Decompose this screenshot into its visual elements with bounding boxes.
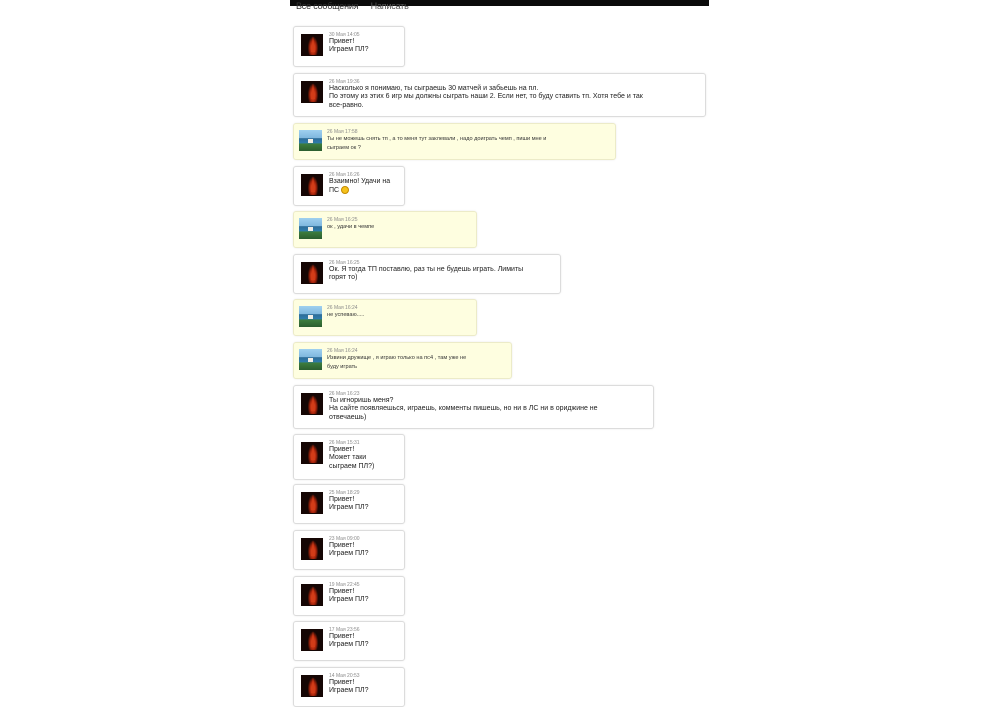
- message-line: Играем ПЛ?: [329, 641, 369, 649]
- message-text: Привет! Играем ПЛ?: [329, 496, 398, 513]
- message-line: отвечаешь): [329, 413, 367, 421]
- message-item[interactable]: 26 Мая 16:25 Ок. Я тогда ТП поставлю, раз…: [293, 254, 561, 294]
- message-text: Ок. Я тогда ТП поставлю, раз ты не будеш…: [329, 266, 554, 283]
- message-item[interactable]: 17 Мая 23:56 Привет! Играем ПЛ?: [293, 621, 405, 661]
- sender-avatar-landscape[interactable]: [299, 130, 322, 151]
- message-item[interactable]: 26 Мая 15:31 Привет! Может таки сыграем ПЛ?…: [293, 434, 405, 480]
- sender-avatar[interactable]: [301, 262, 323, 284]
- message-text: Ты игноришь меня? На сайте появляешься, и…: [329, 397, 647, 422]
- message-text: Взаимно! Удачи на ПС: [329, 178, 398, 196]
- message-tabs: Все сообщения Написать: [296, 1, 419, 15]
- message-line: Привет!: [329, 446, 355, 453]
- sender-avatar[interactable]: [301, 492, 323, 514]
- message-text: Извини дружище , я играю только на пс4 ,…: [327, 354, 505, 372]
- message-line: сыграем ПЛ?): [329, 462, 375, 470]
- sender-avatar[interactable]: [301, 675, 323, 697]
- message-item[interactable]: 14 Мая 20:53 Привет! Играем ПЛ?: [293, 667, 405, 707]
- sender-avatar[interactable]: [301, 442, 323, 464]
- message-text: Привет! Играем ПЛ?: [329, 38, 398, 55]
- message-text: Привет! Играем ПЛ?: [329, 679, 398, 696]
- message-item[interactable]: 25 Мая 18:29 Привет! Играем ПЛ?: [293, 484, 405, 524]
- message-item[interactable]: 26 Мая 16:24 не успеваю.....: [293, 299, 477, 336]
- message-line: Играем ПЛ?: [329, 46, 369, 54]
- sender-avatar[interactable]: [301, 81, 323, 103]
- message-item[interactable]: 26 Мая 16:23 Ты игноришь меня? На сайте по…: [293, 385, 654, 429]
- message-line: Взаимно! Удачи на: [329, 178, 391, 185]
- message-line: ПС: [329, 186, 398, 195]
- message-line: Привет!: [329, 588, 355, 595]
- message-line: Может таки: [329, 454, 367, 462]
- message-text: Привет! Может таки сыграем ПЛ?): [329, 446, 398, 471]
- sender-avatar[interactable]: [301, 538, 323, 560]
- sender-avatar-landscape[interactable]: [299, 306, 322, 327]
- message-line: По этому из этих 6 игр мы должны сыграть…: [329, 93, 643, 101]
- sender-avatar-landscape[interactable]: [299, 349, 322, 370]
- sender-avatar[interactable]: [301, 174, 323, 196]
- message-item[interactable]: 30 Мая 14:05 Привет! Играем ПЛ?: [293, 26, 405, 67]
- message-line: сыграем ок ?: [327, 145, 361, 151]
- message-line: Играем ПЛ?: [329, 687, 369, 695]
- sender-avatar[interactable]: [301, 629, 323, 651]
- message-item[interactable]: 23 Мая 09:00 Привет! Играем ПЛ?: [293, 530, 405, 570]
- sender-avatar-landscape[interactable]: [299, 218, 322, 239]
- message-line: Играем ПЛ?: [329, 550, 369, 558]
- message-line: Ок. Я тогда ТП поставлю, раз ты не будеш…: [329, 266, 524, 273]
- message-line: Привет!: [329, 679, 355, 686]
- message-line-text: ПС: [329, 187, 340, 195]
- message-line: Привет!: [329, 496, 355, 503]
- message-text: ок , удачи в чемпе: [327, 223, 470, 232]
- message-text: Привет! Играем ПЛ?: [329, 633, 398, 650]
- message-line: Привет!: [329, 542, 355, 549]
- message-line: все-равно.: [329, 101, 364, 109]
- sender-avatar[interactable]: [301, 584, 323, 606]
- sender-avatar[interactable]: [301, 34, 323, 56]
- message-line: Привет!: [329, 38, 355, 45]
- smiley-icon: [341, 186, 350, 195]
- message-text: Привет! Играем ПЛ?: [329, 588, 398, 605]
- message-item[interactable]: 26 Мая 16:24 Извини дружище , я играю тол…: [293, 342, 512, 379]
- message-line: горят то): [329, 274, 358, 282]
- message-text: Насколько я понимаю, ты сыграешь 30 матч…: [329, 85, 699, 110]
- sender-avatar[interactable]: [301, 393, 323, 415]
- message-line: Играем ПЛ?: [329, 596, 369, 604]
- message-text: Ты не можешь снять тп , а то меня тут за…: [327, 135, 609, 153]
- message-line: На сайте появляешься, играешь, комменты …: [329, 405, 598, 413]
- message-line: Ты не можешь снять тп , а то меня тут за…: [327, 136, 547, 142]
- message-line: буду играть: [327, 364, 358, 370]
- message-line: не успеваю.....: [327, 312, 365, 318]
- message-item[interactable]: 26 Мая 16:26 Взаимно! Удачи на ПС: [293, 166, 405, 206]
- message-line: ок , удачи в чемпе: [327, 224, 375, 230]
- tab-write[interactable]: Написать: [371, 1, 409, 11]
- message-line: Играем ПЛ?: [329, 504, 369, 512]
- message-item[interactable]: 26 Мая 17:58 Ты не можешь снять тп , а то…: [293, 123, 616, 160]
- message-item[interactable]: 19 Мая 22:45 Привет! Играем ПЛ?: [293, 576, 405, 616]
- tab-all-messages[interactable]: Все сообщения: [296, 1, 359, 11]
- message-line: Привет!: [329, 633, 355, 640]
- message-line: Извини дружище , я играю только на пс4 ,…: [327, 355, 467, 361]
- message-item[interactable]: 26 Мая 19:36 Насколько я понимаю, ты сыгр…: [293, 73, 706, 117]
- message-item[interactable]: 26 Мая 16:25 ок , удачи в чемпе: [293, 211, 477, 248]
- message-text: не успеваю.....: [327, 311, 470, 320]
- message-text: Привет! Играем ПЛ?: [329, 542, 398, 559]
